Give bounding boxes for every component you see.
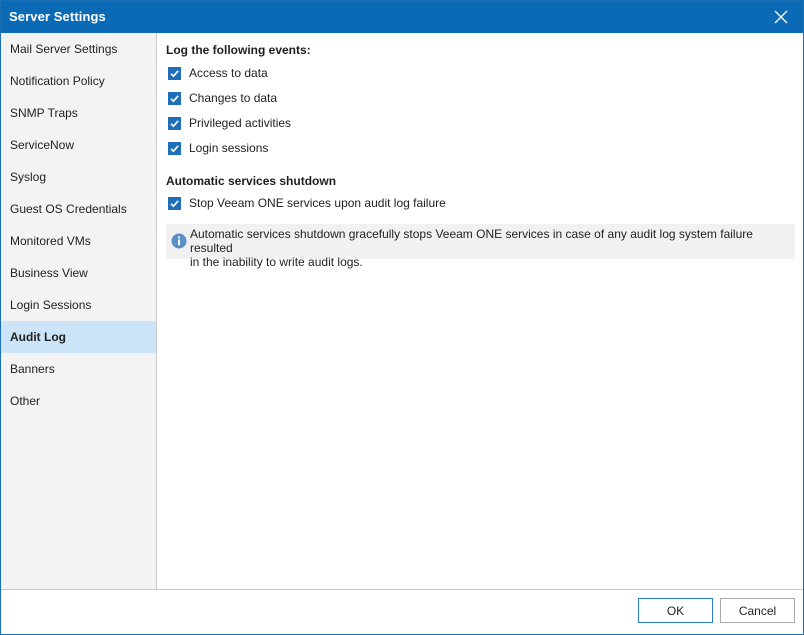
sidebar-item-monitored-vms[interactable]: Monitored VMs (1, 225, 156, 257)
stop-services-label: Stop Veeam ONE services upon audit log f… (189, 196, 446, 210)
sidebar-item-mail-server-settings[interactable]: Mail Server Settings (1, 33, 156, 65)
window-title: Server Settings (9, 9, 106, 24)
shutdown-heading: Automatic services shutdown (166, 174, 337, 188)
stop-services-checkbox[interactable] (168, 196, 181, 210)
checkmark-icon (170, 144, 179, 152)
log-events-heading: Log the following events: (166, 43, 311, 57)
checkmark-icon (170, 199, 179, 207)
close-icon (774, 10, 788, 24)
access-to-data-label: Access to data (189, 66, 268, 80)
dialog-footer: OK Cancel (1, 589, 803, 634)
checkmark-icon (170, 69, 179, 77)
cancel-button[interactable]: Cancel (720, 598, 795, 623)
info-icon (171, 233, 187, 249)
privileged-activities-checkbox[interactable] (168, 116, 181, 130)
sidebar-item-notification-policy[interactable]: Notification Policy (1, 65, 156, 97)
changes-to-data-checkbox[interactable] (168, 91, 181, 105)
sidebar-item-banners[interactable]: Banners (1, 353, 156, 385)
login-sessions-label: Login sessions (189, 141, 269, 155)
close-button[interactable] (759, 1, 803, 33)
sidebar-item-other[interactable]: Other (1, 385, 156, 417)
checkmark-icon (170, 119, 179, 127)
stop-services-checkbox-row[interactable]: Stop Veeam ONE services upon audit log f… (168, 194, 446, 212)
sidebar-item-syslog[interactable]: Syslog (1, 161, 156, 193)
audit-log-panel: Log the following events: Access to data… (158, 33, 803, 589)
ok-button[interactable]: OK (638, 598, 713, 623)
server-settings-dialog: Server Settings Mail Server Settings Not… (0, 0, 804, 635)
settings-sidebar: Mail Server Settings Notification Policy… (1, 33, 157, 589)
privileged-activities-checkbox-row[interactable]: Privileged activities (168, 114, 291, 132)
sidebar-item-login-sessions[interactable]: Login Sessions (1, 289, 156, 321)
login-sessions-checkbox[interactable] (168, 141, 181, 155)
sidebar-item-snmp-traps[interactable]: SNMP Traps (1, 97, 156, 129)
changes-to-data-checkbox-row[interactable]: Changes to data (168, 89, 277, 107)
sidebar-item-audit-log[interactable]: Audit Log (1, 321, 156, 353)
login-sessions-checkbox-row[interactable]: Login sessions (168, 139, 268, 157)
changes-to-data-label: Changes to data (189, 91, 278, 105)
shutdown-info-line-1: Automatic services shutdown gracefully s… (190, 227, 753, 255)
privileged-activities-label: Privileged activities (189, 116, 292, 130)
title-bar: Server Settings (1, 1, 803, 33)
access-to-data-checkbox-row[interactable]: Access to data (168, 64, 268, 82)
shutdown-info-text: Automatic services shutdown gracefully s… (190, 227, 790, 269)
sidebar-item-business-view[interactable]: Business View (1, 257, 156, 289)
sidebar-item-servicenow[interactable]: ServiceNow (1, 129, 156, 161)
shutdown-info-box: Automatic services shutdown gracefully s… (166, 224, 795, 269)
shutdown-info-line-2: in the inability to write audit logs. (190, 255, 363, 269)
checkmark-icon (170, 94, 179, 102)
sidebar-item-guest-os-credentials[interactable]: Guest OS Credentials (1, 193, 156, 225)
access-to-data-checkbox[interactable] (168, 66, 181, 80)
